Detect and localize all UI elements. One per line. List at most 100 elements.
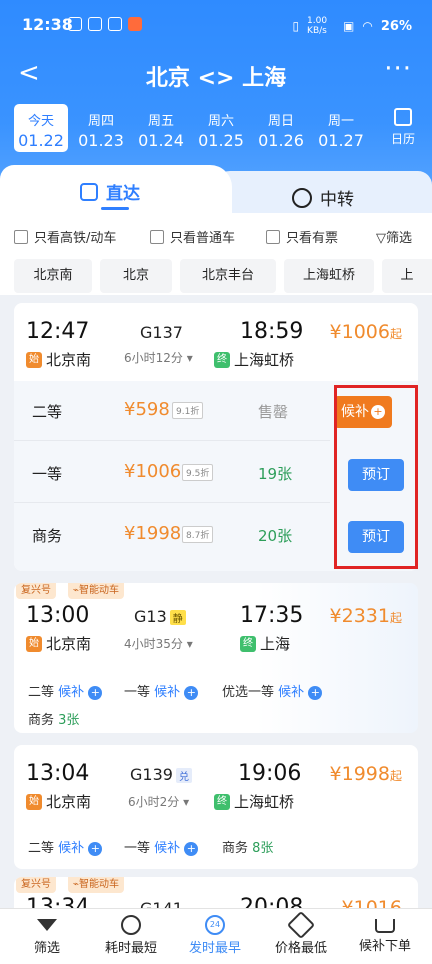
sort-filter[interactable]: 筛选	[4, 911, 90, 956]
plus-icon[interactable]: +	[88, 685, 103, 700]
train-number: G137	[140, 323, 183, 342]
waitlist-order[interactable]: 候补下单	[342, 911, 428, 954]
plus-icon[interactable]: +	[308, 685, 323, 700]
date-item[interactable]: 周五 01.24	[134, 104, 188, 152]
arrival-time: 18:59	[240, 319, 304, 344]
seat-status: 候补	[58, 841, 85, 856]
date-item[interactable]: 周六 01.25	[194, 104, 248, 152]
sim-icon: ▣	[343, 19, 355, 33]
end-badge: 终	[214, 351, 230, 368]
seat-class: 二等	[32, 403, 63, 421]
train-card[interactable]: 13:04 G139 兑 19:06 ¥1998起 6小时2分 ▾ 始北京南 终上…	[14, 745, 418, 869]
station-name: 北京南	[46, 635, 92, 653]
seat-row: 商务 ¥1998 8.7折 20张	[14, 505, 330, 565]
filter-available[interactable]: 只看有票	[266, 227, 338, 246]
tab-transfer[interactable]: 中转	[212, 171, 432, 213]
station-chip[interactable]: 北京丰台	[180, 259, 276, 293]
seat-class: 商务	[222, 841, 249, 856]
station-chip[interactable]: 上海虹桥	[284, 259, 374, 293]
date-date: 01.22	[18, 131, 64, 150]
nav-label: 筛选	[33, 941, 60, 956]
train-number: G13 静	[134, 607, 186, 626]
checkbox-icon	[266, 229, 280, 244]
to-station: 终上海	[240, 633, 290, 654]
nav-label: 发时最早	[188, 941, 241, 956]
start-badge: 始	[26, 351, 42, 368]
seat-status: 候补	[154, 841, 181, 856]
seat-status: 候补	[58, 685, 85, 700]
date-day: 周四	[87, 114, 114, 129]
date-date: 01.26	[258, 131, 304, 150]
checkbox-icon	[150, 229, 164, 244]
lowest-price: ¥1006起	[330, 321, 402, 343]
to-station: 终上海虹桥	[214, 791, 294, 812]
notification-icon	[108, 17, 122, 31]
date-item[interactable]: 周四 01.23	[74, 104, 128, 152]
clock-icon	[121, 915, 141, 935]
duration: 6小时12分 ▾	[124, 349, 193, 366]
seat-row: 一等 ¥1006 9.5折 19张	[14, 443, 330, 503]
filter-label: 只看普通车	[170, 231, 236, 246]
seat-class: 一等	[124, 685, 151, 700]
seat-summary: 一等 候补 +	[124, 837, 199, 856]
sort-duration[interactable]: 耗时最短	[88, 911, 174, 956]
nav-bar: < 北京 <> 上海 ···	[0, 52, 432, 96]
seat-summary: 二等 候补 +	[28, 837, 103, 856]
station-chips: 北京南 北京 北京丰台 上海虹桥 上	[0, 259, 432, 295]
seat-status: 8张	[252, 841, 274, 856]
clock-active-icon: 24	[205, 915, 225, 935]
lowest-price: ¥2331起	[330, 605, 402, 627]
sort-departure[interactable]: 24 发时最早	[172, 911, 258, 956]
nav-label: 耗时最短	[104, 941, 157, 956]
date-item[interactable]: 周日 01.26	[254, 104, 308, 152]
station-chip[interactable]: 北京	[100, 259, 172, 293]
net-speed: 1.00 KB/s	[307, 16, 328, 36]
filter-highspeed[interactable]: 只看高铁/动车	[14, 227, 116, 246]
arrival-time: 19:06	[238, 761, 302, 786]
station-name: 北京南	[46, 351, 92, 369]
from-station: 始北京南	[26, 349, 91, 370]
calendar-button[interactable]: 日历	[388, 108, 418, 147]
notification-icon	[88, 17, 102, 31]
station-chip[interactable]: 上	[382, 259, 432, 293]
plus-icon[interactable]: +	[184, 841, 199, 856]
seat-class: 商务	[28, 713, 55, 728]
seat-price: ¥1998	[124, 523, 182, 544]
date-day: 周日	[267, 114, 294, 129]
filter-normal[interactable]: 只看普通车	[150, 227, 235, 246]
more-icon[interactable]: ···	[384, 54, 412, 84]
date-day: 周六	[207, 114, 234, 129]
duration: 6小时2分 ▾	[128, 793, 189, 810]
to-station: 终上海虹桥	[214, 349, 294, 370]
price-suffix: 起	[389, 611, 402, 625]
duration-text: 4小时35分	[124, 637, 183, 651]
status-right: ▯ 1.00 KB/s ▣ ◠ 26%	[292, 16, 412, 36]
date-day: 周五	[147, 114, 174, 129]
end-badge: 终	[240, 635, 256, 652]
date-item-today[interactable]: 今天 01.22	[14, 104, 68, 152]
station-name: 上海	[260, 635, 291, 653]
seat-price: ¥1006	[124, 461, 182, 482]
filter-button[interactable]: ▽筛选	[376, 227, 412, 246]
tab-direct[interactable]: 直达	[0, 165, 232, 213]
seat-price: ¥598	[124, 399, 170, 420]
departure-time: 13:00	[26, 603, 90, 628]
date-item[interactable]: 周一 01.27	[314, 104, 368, 152]
from-station: 始北京南	[26, 791, 91, 812]
seat-summary: 优选一等 候补 +	[222, 681, 323, 700]
filter-label: 只看高铁/动车	[34, 231, 117, 246]
date-day: 周一	[327, 114, 354, 129]
notification-icon	[68, 17, 82, 31]
date-strip: 今天 01.22 周四 01.23 周五 01.24 周六 01.25 周日 01.26 …	[14, 104, 374, 154]
price-tag-icon	[286, 910, 316, 940]
plus-icon[interactable]: +	[184, 685, 199, 700]
sort-price[interactable]: 价格最低	[258, 910, 344, 956]
seat-row: 二等 ¥598 9.1折 售罄	[14, 381, 330, 441]
seat-class: 二等	[28, 685, 55, 700]
quiet-badge: 静	[169, 610, 186, 625]
seat-status: 候补	[278, 685, 305, 700]
plus-icon[interactable]: +	[88, 841, 103, 856]
station-chip[interactable]: 北京南	[14, 259, 92, 293]
train-card[interactable]: 复兴号 ⌁智能动车 13:00 G13 静 17:35 ¥2331起 4小时35分…	[14, 583, 418, 733]
seat-class: 一等	[32, 465, 63, 483]
